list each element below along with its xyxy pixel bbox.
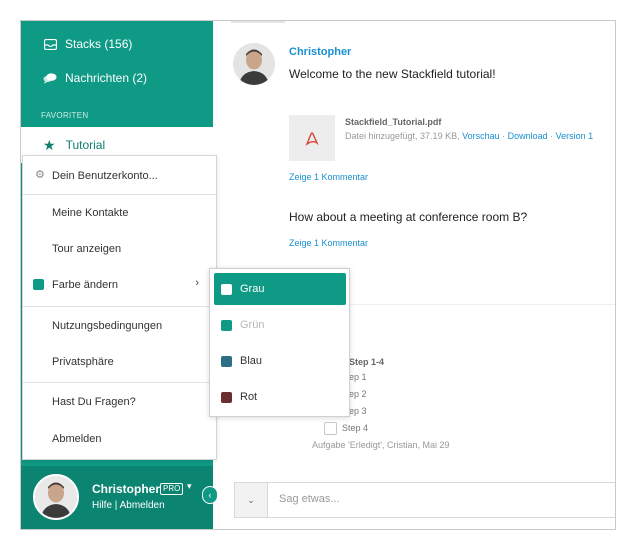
task-step: Step 4	[342, 423, 369, 433]
sidebar-item-label: Tutorial	[65, 138, 106, 152]
pro-badge: PRO	[160, 483, 184, 495]
color-swatch	[221, 283, 232, 295]
menu-item-privacy[interactable]: Privatsphäre	[23, 351, 216, 373]
file-meta-text: Datei hinzugefügt, 37.19 KB,	[345, 131, 463, 141]
inbox-icon	[43, 37, 57, 51]
sidebar-item-label: Nachrichten (2)	[65, 71, 148, 85]
message-text: How about a meeting at conference room B…	[289, 210, 528, 224]
app-window: Christopher Welcome to the new Stackfiel…	[20, 20, 616, 530]
menu-item-label: Privatsphäre	[52, 356, 114, 368]
chevron-left-icon: ‹	[208, 490, 212, 500]
menu-item-account[interactable]: ⚙ Dein Benutzerkonto...	[23, 165, 216, 187]
task-checkbox[interactable]	[324, 422, 337, 435]
color-option-label: Blau	[240, 355, 263, 367]
chevron-down-icon: ⌄	[247, 494, 255, 505]
message-composer: ⌄	[234, 482, 615, 518]
menu-item-label: Meine Kontakte	[52, 207, 129, 219]
top-tab-indicator	[231, 21, 285, 23]
links-separator: |	[112, 500, 120, 511]
favorites-heading: FAVORITEN	[41, 111, 89, 120]
message-input[interactable]	[279, 493, 599, 505]
composer-toggle-button[interactable]: ⌄	[235, 483, 268, 517]
show-comment-link[interactable]: Zeige 1 Kommentar	[289, 238, 368, 248]
color-option-blau[interactable]: Blau	[214, 345, 346, 377]
task-step: ep 1	[349, 372, 367, 382]
file-meta-separator: ·	[499, 131, 508, 141]
message-avatar[interactable]	[233, 43, 275, 85]
task-step: ep 2	[349, 389, 367, 399]
menu-item-questions[interactable]: Hast Du Fragen?	[23, 391, 216, 413]
sidebar-item-messages[interactable]: Nachrichten (2)	[43, 68, 147, 88]
menu-item-label: Farbe ändern	[52, 279, 119, 291]
menu-item-terms[interactable]: Nutzungsbedingungen	[23, 315, 216, 337]
file-meta: Datei hinzugefügt, 37.19 KB, Vorschau · …	[345, 131, 593, 141]
menu-item-change-color[interactable]: Farbe ändern ›	[23, 274, 216, 296]
show-comment-link[interactable]: Zeige 1 Kommentar	[289, 172, 368, 182]
menu-item-label: Nutzungsbedingungen	[52, 320, 163, 332]
menu-item-label: Hast Du Fragen?	[52, 396, 136, 408]
color-option-label: Grau	[240, 283, 265, 295]
menu-item-contacts[interactable]: Meine Kontakte	[23, 202, 216, 224]
gear-icon: ⚙	[35, 169, 45, 181]
file-name[interactable]: Stackfield_Tutorial.pdf	[345, 117, 441, 127]
logout-link[interactable]: Abmelden	[120, 500, 165, 511]
menu-divider	[23, 306, 216, 307]
sidebar-item-label: Stacks (156)	[65, 37, 133, 51]
message-text: Welcome to the new Stackfield tutorial!	[289, 67, 496, 81]
star-icon: ★	[43, 136, 56, 153]
menu-item-label: Tour anzeigen	[52, 243, 122, 255]
user-name[interactable]: Christopher	[92, 482, 160, 496]
color-swatch	[221, 391, 232, 403]
task-step: ep 3	[349, 406, 367, 416]
color-swatch	[33, 279, 44, 290]
chevron-right-icon: ›	[195, 277, 199, 289]
chat-bubbles-icon	[43, 71, 57, 85]
avatar[interactable]	[33, 474, 79, 520]
color-option-label: Grün	[240, 319, 265, 331]
pdf-icon	[305, 132, 319, 146]
menu-item-label: Abmelden	[52, 433, 102, 445]
menu-item-logout[interactable]: Abmelden	[23, 428, 216, 450]
user-links: Hilfe | Abmelden	[92, 500, 165, 511]
file-meta-separator: ·	[547, 131, 556, 141]
color-submenu: Grau Grün Blau Rot	[209, 268, 350, 417]
color-swatch	[221, 355, 232, 367]
menu-divider	[23, 382, 216, 383]
account-menu: ⚙ Dein Benutzerkonto... Meine Kontakte T…	[22, 155, 217, 460]
file-thumbnail[interactable]	[289, 115, 335, 161]
caret-down-icon[interactable]: ▾	[187, 481, 192, 492]
user-panel: Christopher PRO ▾ Hilfe | Abmelden ‹	[21, 466, 218, 529]
menu-divider	[23, 194, 216, 195]
color-option-rot[interactable]: Rot	[214, 381, 346, 413]
color-swatch	[221, 319, 232, 331]
collapse-sidebar-button[interactable]: ‹	[202, 486, 218, 504]
color-option-label: Rot	[240, 391, 258, 403]
file-preview-link[interactable]: Vorschau	[462, 131, 500, 141]
menu-item-label: Dein Benutzerkonto...	[52, 170, 158, 182]
file-download-link[interactable]: Download	[508, 131, 548, 141]
file-version-link[interactable]: Version 1	[556, 131, 594, 141]
menu-item-tour[interactable]: Tour anzeigen	[23, 238, 216, 260]
message-author[interactable]: Christopher	[289, 46, 351, 58]
task-title: Step 1-4	[349, 357, 385, 367]
help-link[interactable]: Hilfe	[92, 500, 112, 511]
task-meta: Aufgabe 'Erledigt', Cristian, Mai 29	[312, 440, 450, 450]
color-option-grau[interactable]: Grau	[214, 273, 346, 305]
sidebar-item-stacks[interactable]: Stacks (156)	[43, 34, 132, 54]
color-option-gruen[interactable]: Grün	[214, 309, 346, 341]
